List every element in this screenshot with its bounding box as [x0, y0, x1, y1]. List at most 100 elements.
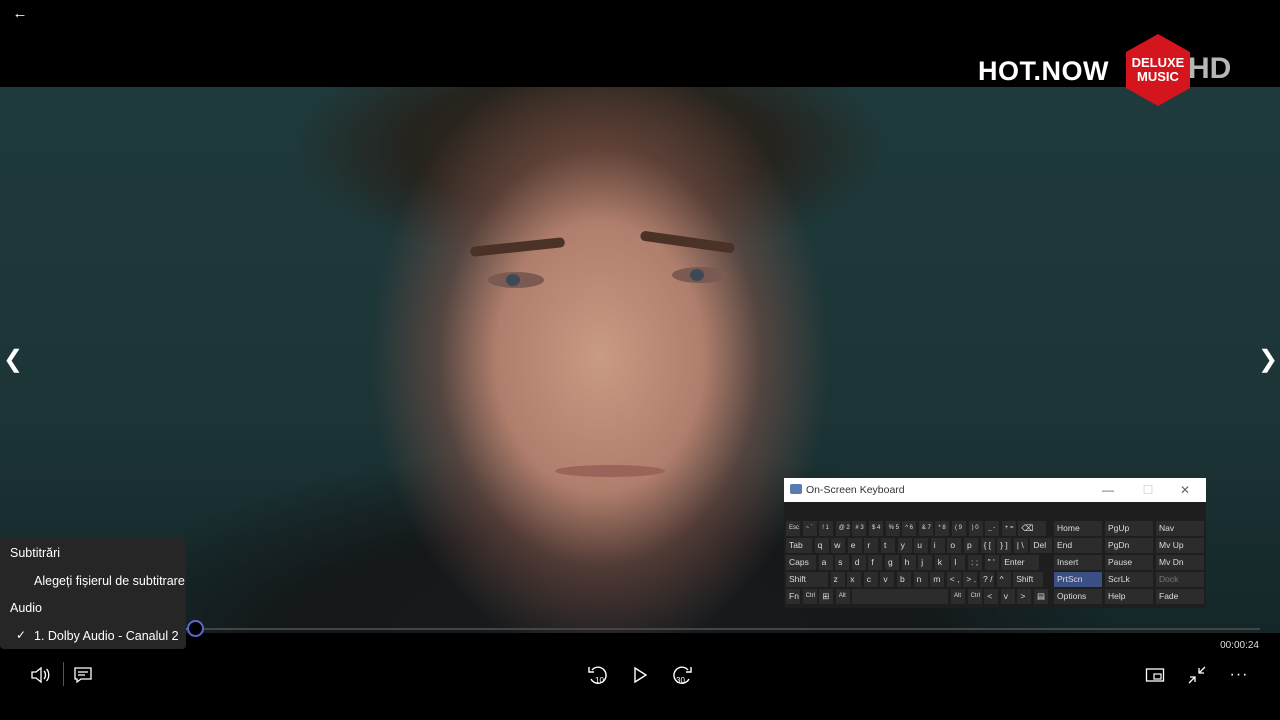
osk-key[interactable]: Ctrl [967, 589, 982, 604]
previous-arrow-icon[interactable]: ❮ [3, 347, 23, 373]
osk-key[interactable]: ^ [996, 572, 1011, 587]
mini-view-button[interactable] [1140, 660, 1170, 690]
osk-key[interactable]: Enter [1001, 555, 1040, 570]
osk-nav-key[interactable]: Insert [1054, 555, 1102, 570]
osk-key[interactable]: c [863, 572, 878, 587]
osk-key[interactable]: h [901, 555, 916, 570]
osk-key[interactable]: u [914, 538, 929, 553]
osk-key[interactable]: Esc [786, 521, 800, 536]
osk-key[interactable]: f [868, 555, 883, 570]
osk-nav-key[interactable]: ScrLk [1105, 572, 1153, 587]
osk-key[interactable]: | \ [1013, 538, 1028, 553]
audio-track-item[interactable]: 1. Dolby Audio - Canalul 2 [34, 629, 179, 643]
osk-key[interactable]: % 5 [885, 521, 900, 536]
osk-key[interactable]: k [934, 555, 949, 570]
osk-key[interactable]: Alt [835, 589, 850, 604]
osk-key[interactable]: q [814, 538, 829, 553]
osk-key[interactable]: i [930, 538, 945, 553]
osk-nav-key[interactable]: Mv Up [1156, 538, 1204, 553]
forward-30-button[interactable]: 30 [667, 660, 697, 690]
back-arrow-icon[interactable]: ← [10, 4, 30, 22]
osk-key[interactable]: * 8 [935, 521, 950, 536]
osk-key[interactable]: n [913, 572, 928, 587]
osk-key[interactable]: # 3 [852, 521, 867, 536]
osk-key[interactable]: ~ ` [802, 521, 817, 536]
osk-key[interactable]: Alt [951, 589, 965, 604]
exit-fullscreen-button[interactable] [1182, 660, 1212, 690]
osk-key[interactable]: Tab [786, 538, 812, 553]
osk-key[interactable]: Shift [1013, 572, 1044, 587]
osk-key[interactable]: " ' [984, 555, 999, 570]
osk-key[interactable]: { [ [980, 538, 995, 553]
osk-key[interactable]: Shift [786, 572, 828, 587]
seek-thumb[interactable] [187, 620, 204, 637]
osk-nav-key[interactable]: Nav [1156, 521, 1204, 536]
osk-key[interactable]: l [951, 555, 966, 570]
subtitles-button[interactable] [68, 660, 98, 690]
play-button[interactable] [625, 660, 655, 690]
minimize-icon[interactable]: — [1100, 482, 1116, 498]
osk-nav-key[interactable]: Mv Dn [1156, 555, 1204, 570]
osk-key[interactable]: : ; [968, 555, 982, 570]
osk-nav-key[interactable]: Fade [1156, 589, 1204, 604]
osk-key[interactable]: z [830, 572, 845, 587]
osk-key[interactable]: j [918, 555, 933, 570]
osk-key[interactable]: p [964, 538, 978, 553]
osk-key[interactable]: ▤ [1034, 589, 1048, 604]
osk-key[interactable]: + = [1001, 521, 1016, 536]
osk-key[interactable]: ? / [980, 572, 994, 587]
osk-titlebar[interactable]: On-Screen Keyboard — ☐ ✕ [784, 478, 1206, 502]
more-options-icon[interactable]: ··· [1224, 660, 1254, 690]
osk-nav-key[interactable]: Home [1054, 521, 1102, 536]
osk-nav-key[interactable]: PrtScn [1054, 572, 1102, 587]
osk-key[interactable]: Fn [786, 589, 800, 604]
osk-key[interactable] [852, 589, 949, 604]
osk-key[interactable]: Ctrl [802, 589, 817, 604]
osk-nav-key[interactable]: PgDn [1105, 538, 1153, 553]
osk-nav-key[interactable]: End [1054, 538, 1102, 553]
osk-key[interactable]: v [1000, 589, 1015, 604]
osk-key[interactable]: > [1017, 589, 1032, 604]
volume-button[interactable] [25, 660, 55, 690]
osk-key[interactable]: } ] [997, 538, 1012, 553]
maximize-icon[interactable]: ☐ [1140, 482, 1156, 498]
osk-nav-key[interactable]: Pause [1105, 555, 1153, 570]
osk-key[interactable]: < [984, 589, 999, 604]
osk-key[interactable]: ⊞ [819, 589, 834, 604]
choose-subtitle-file-item[interactable]: Alegeți fișierul de subtitrare [34, 574, 185, 588]
osk-key[interactable]: g [885, 555, 899, 570]
osk-key[interactable]: v [880, 572, 895, 587]
osk-nav-key[interactable]: PgUp [1105, 521, 1153, 536]
osk-key[interactable]: d [851, 555, 866, 570]
osk-key[interactable]: Caps [786, 555, 816, 570]
close-icon[interactable]: ✕ [1177, 482, 1193, 498]
osk-key[interactable]: a [818, 555, 833, 570]
osk-key[interactable]: _ - [985, 521, 1000, 536]
osk-key[interactable]: x [847, 572, 862, 587]
osk-key[interactable]: Del [1030, 538, 1053, 553]
osk-key[interactable]: s [835, 555, 850, 570]
osk-key[interactable]: ^ 6 [902, 521, 917, 536]
osk-key[interactable]: m [930, 572, 945, 587]
osk-key[interactable]: e [847, 538, 862, 553]
osk-key[interactable]: ! 1 [819, 521, 834, 536]
osk-key[interactable]: ⌫ [1018, 521, 1047, 536]
osk-key[interactable]: b [897, 572, 911, 587]
osk-key[interactable]: ) 0 [968, 521, 983, 536]
osk-key[interactable]: w [831, 538, 846, 553]
rewind-10-button[interactable]: 10 [583, 660, 613, 690]
osk-key[interactable]: ( 9 [952, 521, 966, 536]
osk-key[interactable]: r [864, 538, 879, 553]
osk-nav-key[interactable]: Options [1054, 589, 1102, 604]
osk-key[interactable]: < , [946, 572, 961, 587]
osk-key[interactable]: y [897, 538, 912, 553]
osk-key[interactable]: o [947, 538, 962, 553]
osk-key[interactable]: t [881, 538, 895, 553]
osk-key[interactable]: @ 2 [835, 521, 850, 536]
osk-nav-key[interactable]: Help [1105, 589, 1153, 604]
osk-nav-key[interactable]: Dock [1156, 572, 1204, 587]
osk-key[interactable]: & 7 [918, 521, 933, 536]
osk-key[interactable]: $ 4 [869, 521, 883, 536]
next-arrow-icon[interactable]: ❯ [1258, 347, 1278, 373]
osk-key[interactable]: > . [963, 572, 978, 587]
